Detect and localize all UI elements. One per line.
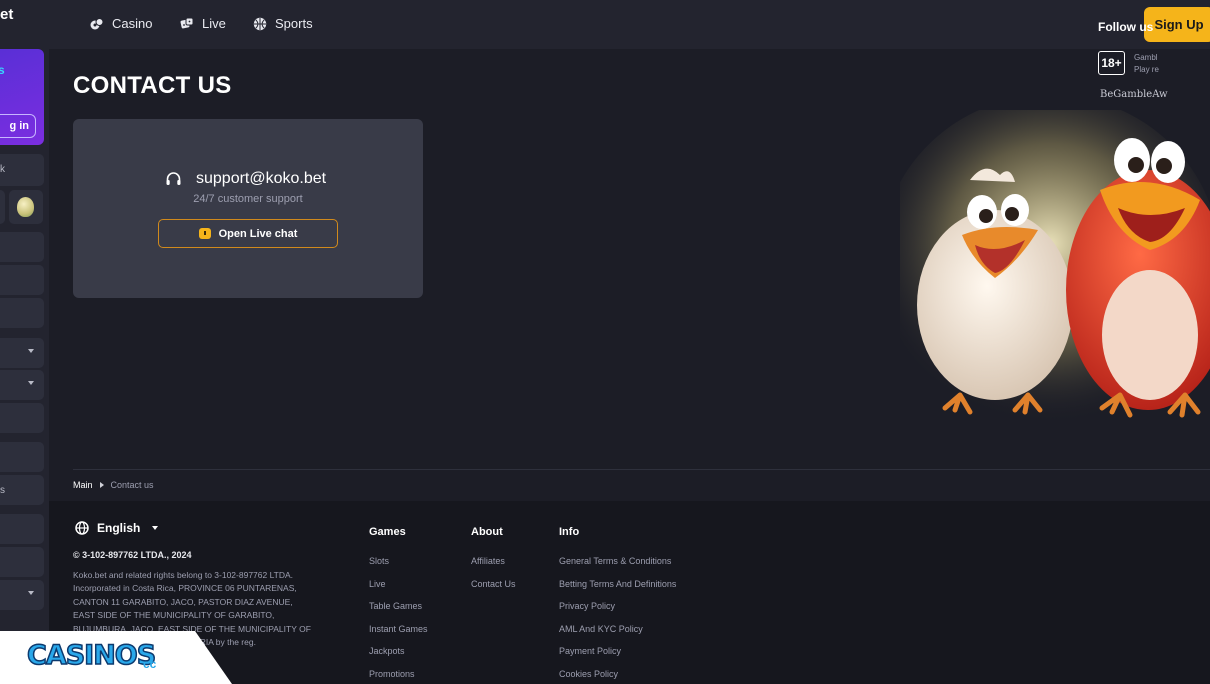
support-card: support@koko.bet 24/7 customer support O… — [73, 119, 423, 298]
chevron-right-icon — [99, 482, 104, 488]
sidebar-item-dropdown[interactable] — [0, 370, 44, 400]
mascot-birds-illustration — [900, 110, 1210, 425]
footer-link-jackpots[interactable]: Jackpots — [369, 645, 428, 668]
sidebar-item[interactable] — [0, 514, 44, 544]
sidebar-item-label: s — [0, 485, 5, 496]
footer-link-instant-games[interactable]: Instant Games — [369, 623, 428, 646]
footer-about-title: About — [471, 526, 503, 538]
sidebar-item-dropdown[interactable] — [0, 580, 44, 610]
sidebar-logo[interactable]: et — [0, 6, 13, 23]
footer-link-affiliates[interactable]: Affiliates — [471, 555, 516, 578]
footer-link-live[interactable]: Live — [369, 578, 428, 601]
sidebar-item[interactable] — [0, 232, 44, 262]
sidebar-item[interactable] — [0, 265, 44, 295]
footer-link-promotions[interactable]: Promotions — [369, 668, 428, 684]
dice-icon — [180, 17, 194, 28]
nav-casino[interactable]: Casino — [90, 16, 152, 31]
breadcrumb-main-link[interactable]: Main — [73, 480, 93, 490]
sidebar-item[interactable] — [0, 547, 44, 577]
support-email-row: support@koko.bet — [165, 170, 326, 188]
language-label: English — [97, 521, 141, 535]
footer-link-aml-kyc[interactable]: AML And KYC Policy — [559, 623, 676, 646]
footer-games-links: Slots Live Table Games Instant Games Jac… — [369, 555, 428, 684]
legal-line: Koko.bet and related rights belong to 3-… — [73, 570, 294, 580]
signup-button[interactable]: Sign Up — [1144, 7, 1210, 42]
footer-link-payment[interactable]: Payment Policy — [559, 645, 676, 668]
footer-link-cookies[interactable]: Cookies Policy — [559, 668, 676, 684]
egg-icon — [17, 197, 34, 217]
content-divider — [73, 469, 1210, 470]
nav-sports-label: Sports — [275, 16, 313, 31]
watermark-logo-text: CASINOS — [26, 639, 157, 672]
responsible-gambling-line: Play re — [1134, 65, 1159, 74]
sidebar-item-label: k — [0, 164, 5, 175]
footer: English © 3-102-897762 LTDA., 2024 Koko.… — [49, 501, 1210, 684]
sidebar-item-dropdown[interactable] — [0, 338, 44, 368]
footer-info-links: General Terms & Conditions Betting Terms… — [559, 555, 676, 684]
support-email-link[interactable]: support@koko.bet — [196, 170, 326, 188]
login-button[interactable]: g in — [0, 114, 36, 138]
sidebar-item-search[interactable]: k — [0, 154, 44, 186]
chevron-down-icon — [28, 349, 34, 353]
sidebar-item[interactable] — [0, 298, 44, 328]
chat-bubble-icon — [198, 228, 211, 239]
footer-games-title: Games — [369, 526, 406, 538]
nav-live-label: Live — [202, 16, 226, 31]
responsible-gambling-text: Gambl Play re — [1134, 52, 1159, 76]
chevron-down-icon — [28, 381, 34, 385]
legal-line: Incorporated in Costa Rica, PROVINCE 06 … — [73, 583, 297, 594]
sidebar-tile[interactable] — [0, 190, 5, 224]
support-subtitle: 24/7 customer support — [193, 193, 303, 205]
nav-live[interactable]: Live — [180, 16, 226, 31]
sidebar-item[interactable] — [0, 403, 44, 433]
nav-sports[interactable]: Sports — [253, 16, 313, 31]
footer-info-title: Info — [559, 526, 580, 538]
chevron-down-icon — [152, 526, 159, 530]
language-selector[interactable]: English — [75, 521, 159, 535]
breadcrumb: Main Contact us — [73, 480, 154, 490]
top-header: Casino Live Sports Sign Up — [49, 0, 1210, 49]
page-title: CONTACT US — [73, 72, 232, 99]
sidebar-item[interactable]: s — [0, 475, 44, 505]
footer-link-privacy[interactable]: Privacy Policy — [559, 600, 676, 623]
nav-casino-label: Casino — [112, 16, 153, 31]
promo-text: s — [0, 63, 5, 77]
breadcrumb-current: Contact us — [110, 480, 154, 490]
footer-link-contact-us[interactable]: Contact Us — [471, 578, 516, 601]
footer-link-table-games[interactable]: Table Games — [369, 600, 428, 623]
globe-icon — [75, 521, 89, 535]
headset-icon — [166, 172, 181, 185]
legal-line: EAST SIDE OF THE MUNICIPALITY OF GARABIT… — [73, 610, 275, 621]
footer-link-slots[interactable]: Slots — [369, 555, 428, 578]
sidebar-promo-banner[interactable]: s g in — [0, 49, 44, 145]
basketball-icon — [253, 17, 267, 30]
copyright-text: © 3-102-897762 LTDA., 2024 — [73, 550, 192, 560]
open-live-chat-button[interactable]: Open Live chat — [158, 219, 338, 248]
responsible-gambling-line: Gambl — [1134, 53, 1158, 62]
watermark-logo-suffix: cc — [143, 657, 157, 671]
begambleaware-logo[interactable]: BeGambleAw — [1100, 89, 1168, 100]
follow-us-title: Follow us — [1098, 20, 1154, 34]
open-live-chat-label: Open Live chat — [218, 227, 298, 240]
sidebar: et s g in k s — [0, 0, 49, 684]
legal-line: CANTON 11 GARABITO, JACO, PASTOR DIAZ AV… — [73, 596, 293, 607]
footer-link-betting-terms[interactable]: Betting Terms And Definitions — [559, 578, 676, 601]
sidebar-item[interactable] — [0, 442, 44, 472]
footer-about-links: Affiliates Contact Us — [471, 555, 516, 600]
age-18-badge: 18+ — [1098, 51, 1125, 75]
footer-link-terms[interactable]: General Terms & Conditions — [559, 555, 676, 578]
casino-chips-icon — [90, 17, 104, 29]
chevron-down-icon — [28, 591, 34, 595]
